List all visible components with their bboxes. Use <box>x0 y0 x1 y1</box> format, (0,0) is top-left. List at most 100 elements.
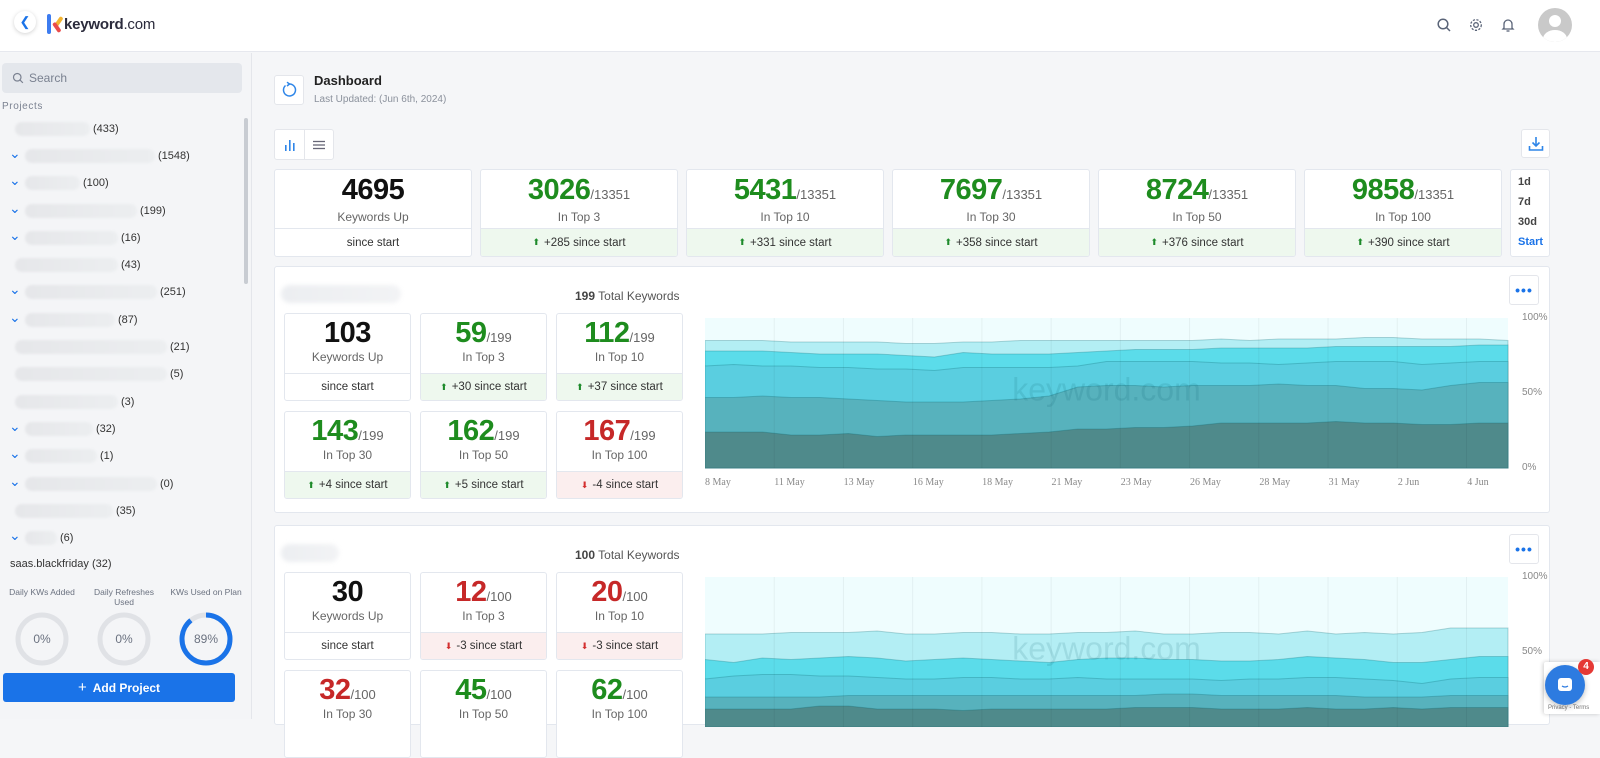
project-item[interactable]: ⌄ (32) <box>0 415 240 442</box>
project-item[interactable]: ⌄ (199) <box>0 197 240 224</box>
stat-value-row: 8724/13351 <box>1099 174 1295 208</box>
stat-card: 9858/13351 In Top 100 ⬆ +390 since start <box>1304 169 1502 257</box>
stat-change-text: since start <box>321 640 374 652</box>
total-keywords: 100 Total Keywords <box>575 548 680 562</box>
bar-chart-icon <box>284 139 295 151</box>
stat-label: In Top 3 <box>557 210 601 224</box>
period-option[interactable]: 7d <box>1518 196 1549 216</box>
list-view-button[interactable] <box>304 130 333 159</box>
stat-card: 30 Keywords Up since start <box>284 572 411 660</box>
download-icon <box>1528 136 1543 151</box>
plus-icon: + <box>77 679 87 696</box>
stat-total: /13351 <box>1002 187 1043 202</box>
add-project-button[interactable]: + Add Project <box>3 673 235 702</box>
period-option[interactable]: 30d <box>1518 216 1549 236</box>
stat-label: In Top 50 <box>458 448 509 462</box>
project-item[interactable]: ⌄ (87) <box>0 306 240 333</box>
gear-icon[interactable] <box>1468 17 1484 33</box>
project-name-hidden[interactable] <box>281 544 339 562</box>
stat-value: 5431 <box>733 174 797 206</box>
project-name-hidden[interactable] <box>281 285 401 303</box>
logo[interactable]: keyword.com <box>47 14 155 34</box>
stat-total: /100 <box>350 687 376 702</box>
x-tick-label: 21 May <box>1051 477 1082 488</box>
more-options-button[interactable]: ••• <box>1509 275 1539 305</box>
stat-value: 7697 <box>939 174 1003 206</box>
chevron-down-icon[interactable]: ⌄ <box>9 446 23 463</box>
chevron-down-icon[interactable]: ⌄ <box>9 310 23 327</box>
chevron-down-icon[interactable]: ⌄ <box>9 528 23 545</box>
stat-change-text: +4 since start <box>318 479 388 491</box>
stat-total: /13351 <box>1414 187 1455 202</box>
sidebar-scrollbar[interactable] <box>244 118 248 284</box>
stat-change-text: +285 since start <box>544 236 626 249</box>
download-button[interactable] <box>1521 129 1550 158</box>
project-count: (32) <box>96 422 116 435</box>
project-item[interactable]: ⌄ (251) <box>0 279 240 306</box>
chevron-down-icon[interactable]: ⌄ <box>9 282 23 299</box>
project-name: saas.blackfriday <box>10 558 89 570</box>
stat-card: 112/199 In Top 10 ⬆ +37 since start <box>556 313 683 401</box>
stat-total: /100 <box>486 687 512 702</box>
y-tick-label: 100% <box>1522 571 1548 582</box>
project-name-hidden <box>25 421 93 436</box>
stat-label: In Top 3 <box>462 609 505 623</box>
view-toggle <box>274 129 334 160</box>
project-count: (1548) <box>158 149 190 162</box>
chevron-down-icon[interactable]: ⌄ <box>9 146 23 163</box>
chevron-down-icon[interactable]: ⌄ <box>9 173 23 190</box>
stat-value: 32 <box>319 674 351 706</box>
project-item[interactable]: (35) <box>0 497 240 524</box>
chevron-down-icon[interactable]: ⌄ <box>9 201 23 218</box>
logo-name: keyword <box>64 15 124 33</box>
chevron-down-icon[interactable]: ⌄ <box>9 419 23 436</box>
stat-value-row: 32/100 <box>285 674 410 706</box>
stat-value-row: 3026/13351 <box>481 174 677 208</box>
gauge-label: KWs Used on Plan <box>170 587 242 597</box>
search-input[interactable] <box>29 71 219 85</box>
period-option[interactable]: Start <box>1518 236 1549 256</box>
stat-label: In Top 50 <box>1172 210 1222 224</box>
stat-change: ⬇ -4 since start <box>557 471 682 498</box>
project-item[interactable]: (21) <box>0 333 240 360</box>
project-item[interactable]: (3) <box>0 388 240 415</box>
stat-value-row: 9858/13351 <box>1305 174 1501 208</box>
project-item[interactable]: ⌄ (100) <box>0 170 240 197</box>
stat-change: ⬆ +331 since start <box>687 228 883 256</box>
refresh-button[interactable] <box>274 75 304 105</box>
project-item[interactable]: (43) <box>0 251 240 278</box>
total-keywords-count: 100 <box>575 548 596 562</box>
chart-view-button[interactable] <box>275 130 304 159</box>
x-tick-label: 18 May <box>982 477 1013 488</box>
search-icon[interactable] <box>1436 17 1452 33</box>
more-options-button[interactable]: ••• <box>1509 534 1539 564</box>
stat-card: 32/100 In Top 30 <box>284 670 411 758</box>
period-option[interactable]: 1d <box>1518 176 1549 196</box>
y-tick-label: 100% <box>1522 312 1548 323</box>
stat-change: ⬆ +285 since start <box>481 228 677 256</box>
project-item[interactable]: (433) <box>0 115 240 142</box>
project-item[interactable]: ⌄ (6) <box>0 524 240 551</box>
stat-value: 103 <box>324 317 371 349</box>
project-item-saas-blackfriday[interactable]: saas.blackfriday (32) <box>10 558 112 570</box>
list-icon <box>313 140 325 149</box>
project-item[interactable]: ⌄ (16) <box>0 224 240 251</box>
back-button[interactable]: ❮ <box>14 11 36 33</box>
recaptcha-links[interactable]: Privacy - Terms <box>1548 705 1589 711</box>
project-item[interactable]: ⌄ (0) <box>0 470 240 497</box>
project-item[interactable]: ⌄ (1) <box>0 443 240 470</box>
project-count: (43) <box>121 259 141 272</box>
chevron-down-icon[interactable]: ⌄ <box>9 474 23 491</box>
project-name-hidden <box>25 531 57 546</box>
stat-label: In Top 100 <box>591 448 648 462</box>
project-count: (35) <box>116 504 136 517</box>
project-count: (251) <box>160 286 186 299</box>
project-count: (6) <box>60 532 74 545</box>
stacked-area-chart: keyword.com <box>705 577 1509 727</box>
bell-icon[interactable] <box>1500 17 1516 33</box>
avatar[interactable] <box>1538 8 1572 42</box>
project-item[interactable]: ⌄ (1548) <box>0 142 240 169</box>
project-item[interactable]: (5) <box>0 361 240 388</box>
chevron-down-icon[interactable]: ⌄ <box>9 228 23 245</box>
stat-card: 167/199 In Top 100 ⬇ -4 since start <box>556 411 683 499</box>
